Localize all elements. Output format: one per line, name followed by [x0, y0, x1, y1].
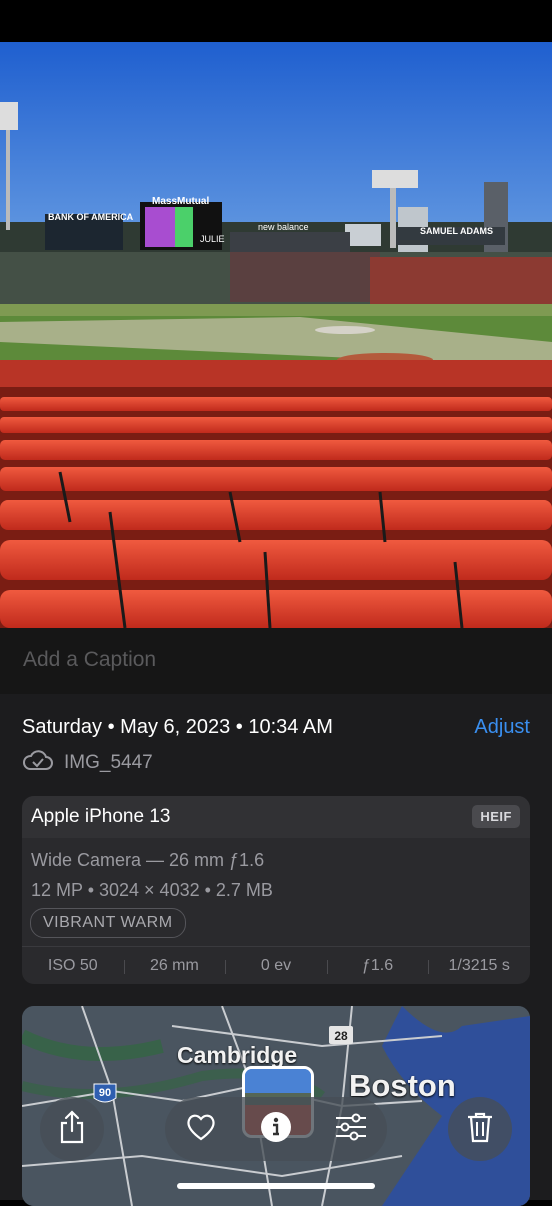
camera-card-header: Apple iPhone 13 HEIF [22, 796, 530, 838]
format-badge: HEIF [472, 805, 520, 828]
info-button[interactable] [254, 1107, 298, 1151]
delete-button[interactable] [448, 1097, 512, 1161]
exif-iso: ISO 50 [47, 957, 98, 974]
file-line: IMG_5447 [22, 749, 153, 777]
caption-placeholder: Add a Caption [23, 648, 157, 671]
route-90-label: 90 [99, 1087, 111, 1099]
exif-shutter: 1/3215 s [428, 957, 530, 975]
map-label-cambridge: Cambridge [177, 1042, 298, 1068]
device-name: Apple iPhone 13 [31, 806, 171, 827]
toolbar-center-group [165, 1097, 387, 1161]
favorite-button[interactable] [179, 1107, 223, 1151]
home-indicator[interactable] [177, 1183, 375, 1189]
adjust-button[interactable]: Adjust [474, 716, 530, 739]
lens-info: Wide Camera — 26 mm ƒ1.6 [31, 850, 265, 870]
sign-bank: BANK OF AMERICA [48, 212, 134, 222]
sign-newbalance: new balance [258, 222, 309, 232]
photo-viewer[interactable]: BANK OF AMERICA MassMutual JULIE new bal… [0, 42, 552, 628]
sign-massmutual: MassMutual [152, 196, 209, 207]
adjustments-icon [335, 1113, 367, 1146]
sign-julie: JULIE [200, 234, 225, 244]
info-icon [260, 1111, 292, 1148]
exif-row: ISO 50 26 mm 0 ev ƒ1.6 1/3215 s [22, 946, 530, 984]
photographic-style-pill: VIBRANT WARM [30, 908, 186, 938]
edit-adjustments-button[interactable] [329, 1107, 373, 1151]
image-specs: 12 MP • 3024 × 4032 • 2.7 MB [31, 880, 273, 900]
exif-focal: 26 mm [123, 957, 226, 975]
cloud-check-icon [22, 749, 54, 777]
camera-card: Apple iPhone 13 HEIF Wide Camera — 26 mm… [22, 796, 530, 984]
route-28-label: 28 [334, 1029, 348, 1043]
share-icon [57, 1109, 87, 1149]
trash-icon [466, 1111, 494, 1148]
exif-ev: 0 ev [225, 957, 327, 975]
share-button[interactable] [40, 1097, 104, 1161]
sign-samadams: SAMUEL ADAMS [420, 226, 493, 236]
exif-aperture: ƒ1.6 [326, 957, 429, 975]
filename: IMG_5447 [64, 752, 153, 773]
date-line: Saturday • May 6, 2023 • 10:34 AM [22, 716, 333, 738]
heart-icon [186, 1113, 216, 1146]
caption-field[interactable]: Add a Caption [0, 628, 552, 694]
